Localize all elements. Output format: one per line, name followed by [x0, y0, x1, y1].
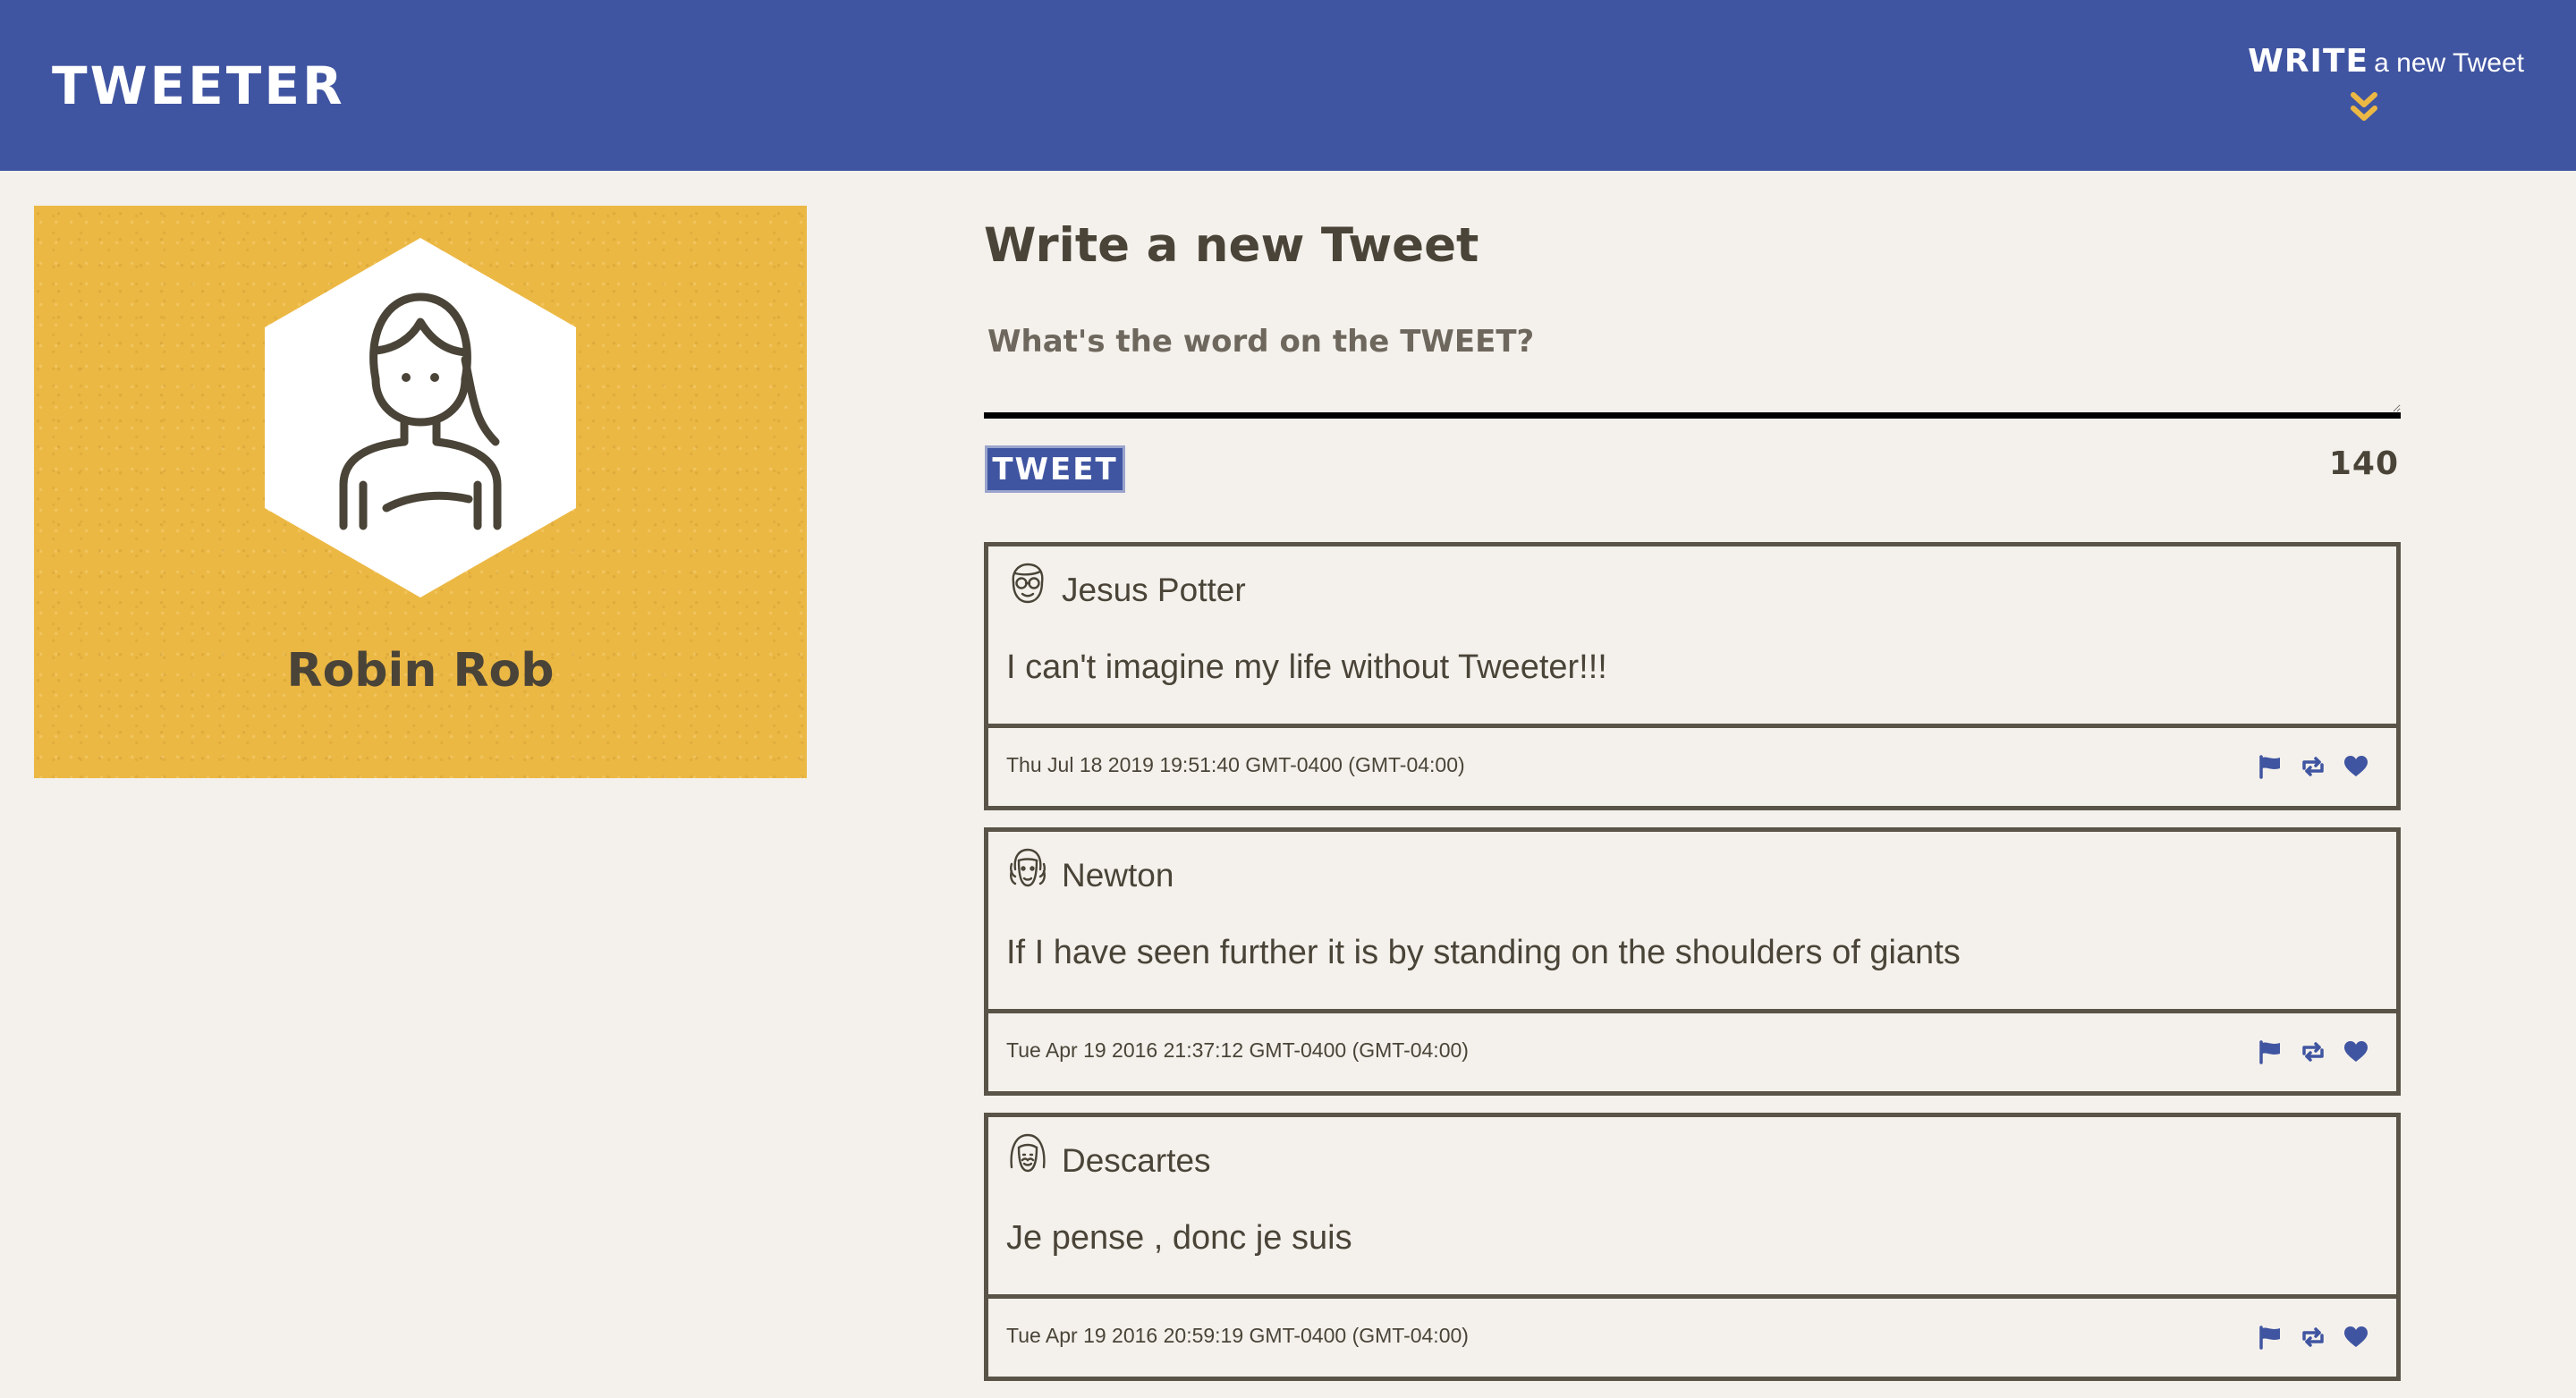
tweet-timestamp: Thu Jul 18 2019 19:51:40 GMT-0400 (GMT-0… [1006, 753, 1465, 776]
profile-card: Robin Rob [34, 206, 807, 778]
tweet-body: Descartes Je pense , donc je suis [988, 1117, 2396, 1299]
heart-icon[interactable] [2343, 1039, 2369, 1064]
flag-icon[interactable] [2257, 1325, 2284, 1350]
write-new-tweet-toggle[interactable]: WRITE a new Tweet [2238, 43, 2524, 132]
retweet-icon[interactable] [2300, 1325, 2326, 1350]
glasses-face-icon [1012, 563, 1044, 604]
top-navbar: TWEETER WRITE a new Tweet [0, 0, 2576, 171]
tweet-footer: Tue Apr 19 2016 20:59:19 GMT-0400 (GMT-0… [988, 1299, 2396, 1377]
profile-name: Robin Rob [286, 644, 555, 698]
chevron-double-down-icon[interactable] [2350, 91, 2378, 123]
tweet-timestamp: Tue Apr 19 2016 20:59:19 GMT-0400 (GMT-0… [1006, 1324, 1469, 1347]
character-counter: 140 [2328, 445, 2399, 482]
tweet-actions [2257, 1038, 2369, 1065]
tweet-body: Jesus Potter I can't imagine my life wit… [988, 546, 2396, 728]
tweet-body: Newton If I have seen further it is by s… [988, 832, 2396, 1013]
tweet-submit-button[interactable]: TWEET [985, 445, 1125, 493]
wig-face-icon [1010, 848, 1046, 887]
brand-logo[interactable]: TWEETER [52, 55, 345, 116]
tweet-textarea[interactable] [984, 318, 2401, 419]
compose-toggle-bold-label: WRITE [2248, 43, 2369, 80]
flag-icon[interactable] [2257, 1039, 2284, 1064]
tweet-content: I can't imagine my life without Tweeter!… [1006, 648, 1607, 686]
tweet-content: Je pense , donc je suis [1006, 1219, 1352, 1257]
tweet-actions [2257, 753, 2369, 780]
tweet-timestamp: Tue Apr 19 2016 21:37:12 GMT-0400 (GMT-0… [1006, 1038, 1469, 1062]
tweet-content: If I have seen further it is by standing… [1006, 934, 1961, 971]
tweet-card: Newton If I have seen further it is by s… [984, 827, 2401, 1096]
heart-icon[interactable] [2343, 1325, 2369, 1350]
tweet-author[interactable]: Jesus Potter [1062, 572, 1246, 609]
retweet-icon[interactable] [2300, 1039, 2326, 1064]
compose-toggle-rest-label: a new Tweet [2374, 48, 2524, 78]
tweet-footer: Thu Jul 18 2019 19:51:40 GMT-0400 (GMT-0… [988, 728, 2396, 806]
tweet-card: Descartes Je pense , donc je suis Tue Ap… [984, 1113, 2401, 1381]
tweet-card: Jesus Potter I can't imagine my life wit… [984, 542, 2401, 810]
tweet-footer: Tue Apr 19 2016 21:37:12 GMT-0400 (GMT-0… [988, 1013, 2396, 1091]
tweet-actions [2257, 1324, 2369, 1351]
compose-toggle-text: WRITE a new Tweet [2248, 43, 2524, 80]
tweet-author[interactable]: Descartes [1062, 1142, 1211, 1180]
compose-title: Write a new Tweet [984, 218, 1479, 273]
retweet-icon[interactable] [2300, 754, 2326, 779]
longhair-face-icon [1010, 1133, 1046, 1173]
tweet-author[interactable]: Newton [1062, 857, 1174, 894]
heart-icon[interactable] [2343, 754, 2369, 779]
user-avatar-icon [265, 238, 576, 597]
flag-icon[interactable] [2257, 754, 2284, 779]
